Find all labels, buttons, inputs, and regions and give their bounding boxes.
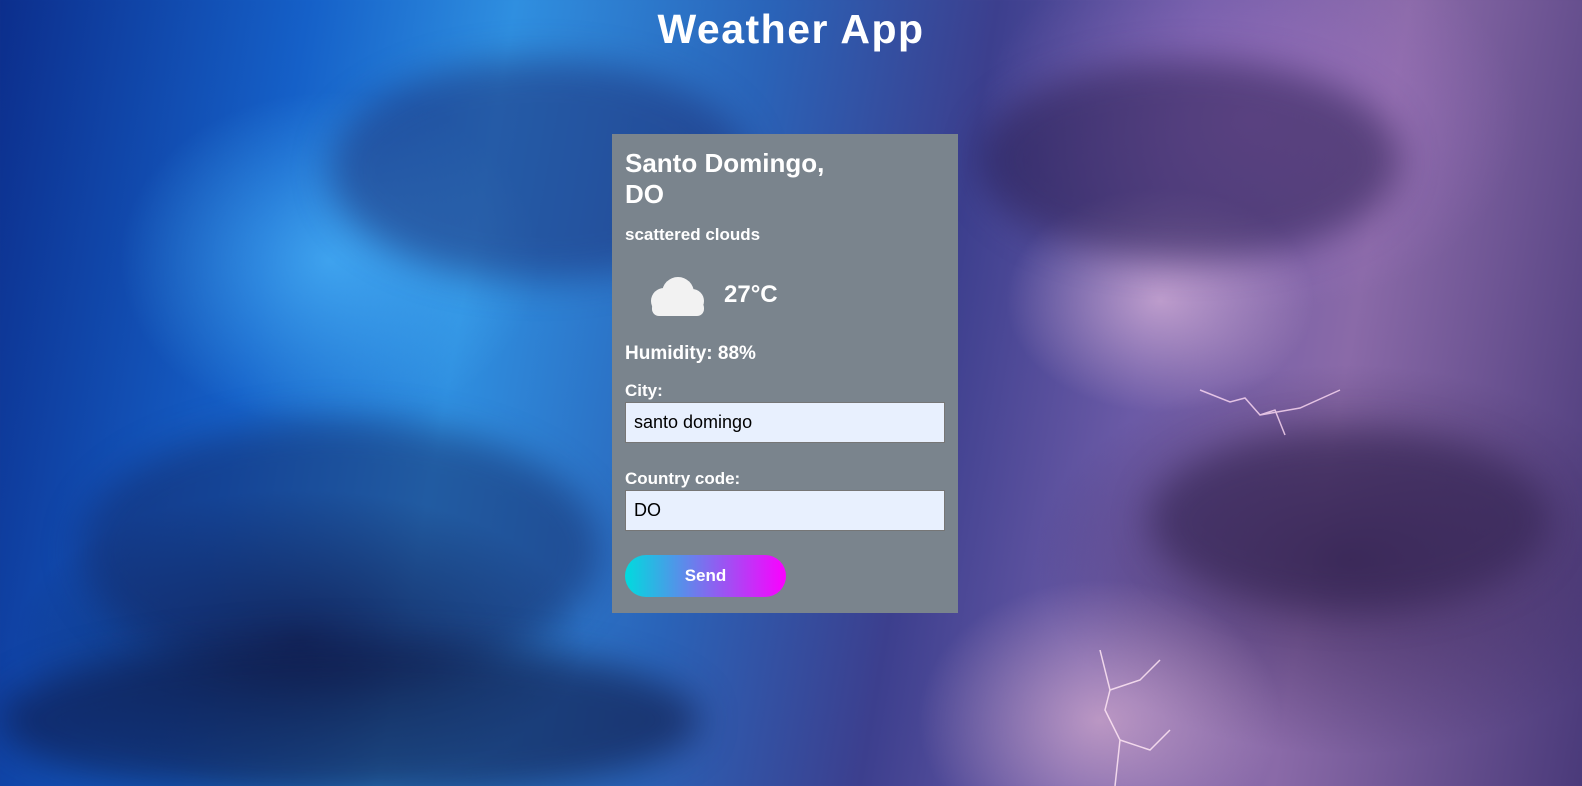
location-heading: Santo Domingo, DO	[625, 148, 825, 209]
country-code-input[interactable]	[625, 490, 945, 531]
lightning-icon	[1199, 389, 1341, 436]
country-code-label: Country code:	[625, 469, 741, 488]
cloud-icon	[651, 277, 704, 316]
humidity-value: Humidity: 88%	[625, 343, 756, 364]
weather-description: scattered clouds	[625, 225, 761, 244]
cloud-shade	[0, 640, 700, 786]
cloud-shade	[80, 420, 600, 680]
weather-card: Santo Domingo, DO scattered clouds 27°C …	[612, 134, 958, 613]
temperature-row: 27°C	[625, 265, 944, 325]
city-input[interactable]	[625, 402, 945, 443]
lightning-icon	[1099, 650, 1171, 786]
temperature-value: 27°C	[724, 281, 778, 308]
search-form: City: Country code: Send	[625, 381, 945, 597]
page-title: Weather App	[657, 6, 925, 52]
cloud-shade	[1150, 430, 1550, 610]
send-button[interactable]: Send	[625, 555, 786, 597]
city-label: City:	[625, 381, 663, 400]
cloud-shade	[980, 60, 1400, 260]
